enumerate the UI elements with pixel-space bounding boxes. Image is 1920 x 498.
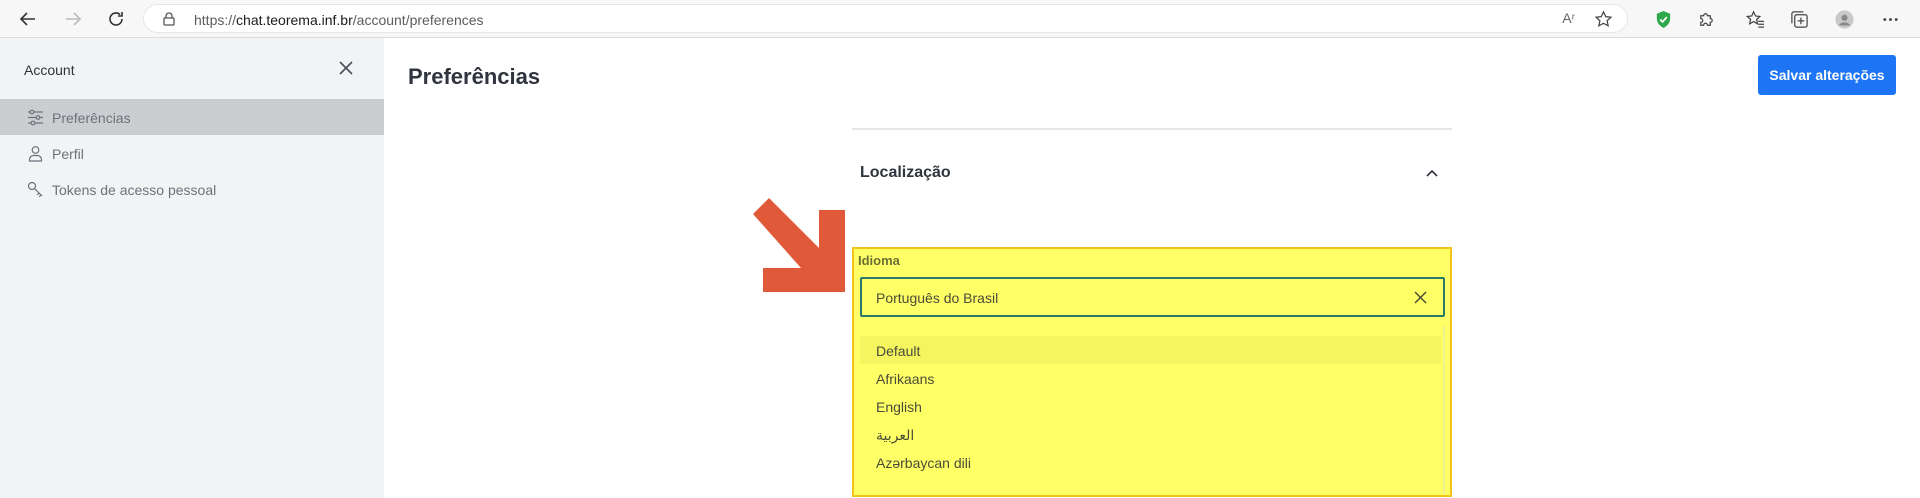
sidebar-item-tokens[interactable]: Tokens de acesso pessoal bbox=[0, 171, 384, 207]
language-select[interactable]: Português do Brasil bbox=[860, 277, 1445, 317]
save-changes-button[interactable]: Salvar alterações bbox=[1758, 55, 1896, 95]
address-bar[interactable]: https://chat.teorema.inf.br/account/pref… bbox=[143, 4, 1628, 33]
more-menu-icon[interactable] bbox=[1879, 8, 1901, 30]
collections-icon[interactable] bbox=[1788, 8, 1810, 30]
section-divider bbox=[852, 128, 1452, 130]
language-option[interactable]: Azərbaycan dili bbox=[860, 448, 1441, 476]
language-option[interactable]: Default bbox=[860, 336, 1441, 364]
page-title: Preferências bbox=[408, 64, 541, 89]
sidebar-title: Account bbox=[24, 62, 75, 78]
language-option[interactable]: English bbox=[860, 392, 1441, 420]
key-icon bbox=[27, 181, 43, 198]
sidebar-item-label: Perfil bbox=[52, 146, 84, 162]
favorites-icon[interactable] bbox=[1744, 8, 1766, 30]
forward-arrow-icon bbox=[66, 12, 82, 26]
chevron-up-icon[interactable] bbox=[1422, 163, 1442, 183]
sidebar-item-preferencias[interactable]: Preferências bbox=[0, 99, 384, 135]
back-button[interactable] bbox=[15, 6, 41, 32]
language-dropdown: Default Afrikaans English العربية Azərba… bbox=[860, 326, 1445, 494]
shield-extension-icon[interactable] bbox=[1652, 8, 1674, 30]
refresh-icon bbox=[109, 12, 123, 26]
section-title-localizacao[interactable]: Localização bbox=[860, 164, 951, 182]
language-value: Português do Brasil bbox=[876, 290, 999, 306]
language-label: Idioma bbox=[858, 253, 900, 268]
forward-button[interactable] bbox=[60, 6, 86, 32]
url-text[interactable]: https://chat.teorema.inf.br/account/pref… bbox=[194, 12, 484, 28]
language-option[interactable]: Afrikaans bbox=[860, 364, 1441, 392]
user-icon bbox=[28, 146, 43, 162]
account-sidebar: Account Preferências Perfil Tokens de ac… bbox=[0, 38, 384, 498]
sidebar-item-label: Preferências bbox=[52, 110, 131, 126]
refresh-button[interactable] bbox=[103, 6, 129, 32]
sliders-icon bbox=[28, 109, 43, 126]
sidebar-item-label: Tokens de acesso pessoal bbox=[52, 182, 217, 198]
extensions-puzzle-icon[interactable] bbox=[1695, 8, 1717, 30]
back-arrow-icon bbox=[19, 12, 35, 26]
profile-avatar-icon[interactable] bbox=[1833, 8, 1855, 30]
clear-icon[interactable] bbox=[1412, 289, 1429, 306]
sidebar-item-perfil[interactable]: Perfil bbox=[0, 135, 384, 171]
read-aloud-icon[interactable]: Aʳ bbox=[1562, 10, 1575, 26]
browser-toolbar: https://chat.teorema.inf.br/account/pref… bbox=[0, 0, 1920, 38]
close-icon[interactable] bbox=[336, 58, 356, 78]
language-option[interactable]: العربية bbox=[860, 420, 1441, 448]
favorite-star-icon[interactable] bbox=[1594, 10, 1613, 29]
lock-icon[interactable] bbox=[161, 11, 177, 27]
annotation-arrow-icon bbox=[753, 198, 845, 292]
